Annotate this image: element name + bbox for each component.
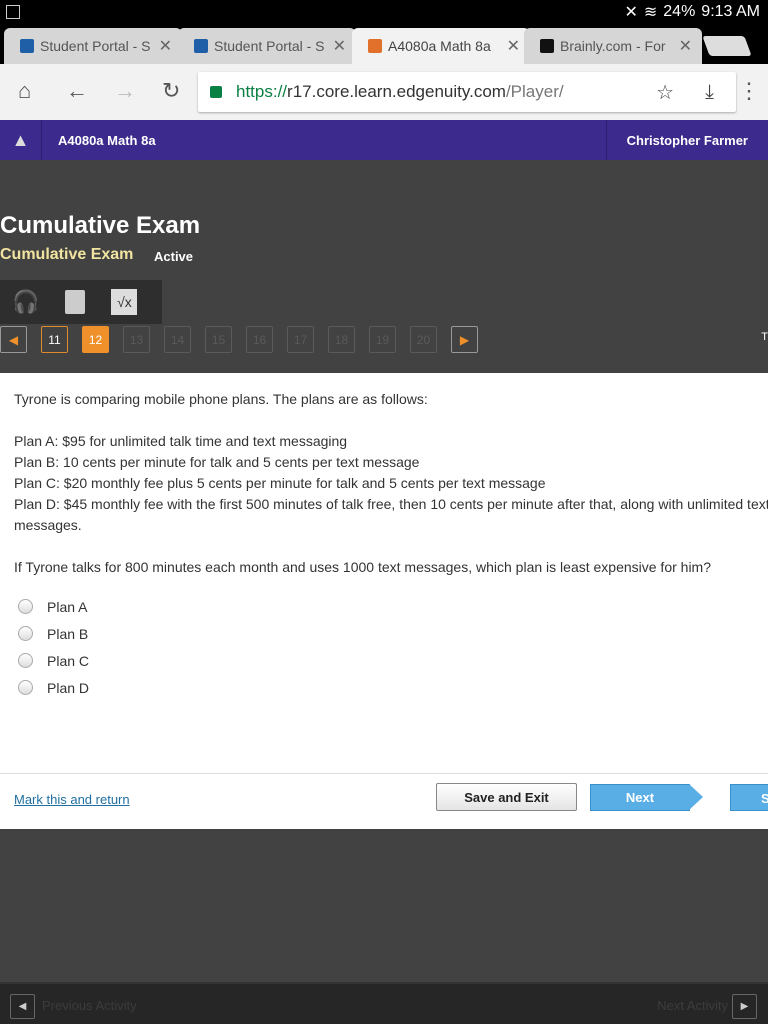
browser-tab-active[interactable]: A4080a Math 8a ✕	[352, 28, 530, 64]
wifi-icon: ≋	[643, 4, 658, 21]
toolbox: 🎧 √x	[0, 280, 162, 324]
page-12[interactable]: 12	[82, 326, 109, 353]
brainly-icon	[540, 39, 554, 53]
star-icon[interactable]: ☆	[656, 80, 674, 105]
home-icon[interactable]: ⌂	[18, 78, 31, 104]
answer-options: Plan A Plan B Plan C Plan D	[18, 593, 89, 701]
option-plan-a[interactable]: Plan A	[18, 593, 89, 620]
activity-title: Cumulative Exam	[0, 246, 134, 263]
page-18[interactable]: 18	[328, 326, 355, 353]
page-11[interactable]: 11	[41, 326, 68, 353]
app-header: ▲ A4080a Math 8a Christopher Farmer	[0, 120, 768, 160]
menu-icon[interactable]: ⋮	[738, 78, 760, 104]
next-page-button[interactable]: ▶	[451, 326, 478, 353]
prev-page-button[interactable]: ◀	[0, 326, 27, 353]
tab-strip: Student Portal - S ✕ Student Portal - S ✕ …	[0, 24, 768, 64]
previous-activity-label: Previous Activity	[42, 998, 137, 1013]
close-icon[interactable]: ✕	[333, 36, 346, 56]
option-plan-d[interactable]: Plan D	[18, 674, 89, 701]
question-footer: Mark this and return Save and Exit Next …	[0, 773, 768, 829]
page-13[interactable]: 13	[123, 326, 150, 353]
browser-tab[interactable]: Student Portal - S ✕	[4, 28, 182, 64]
portal-icon	[20, 39, 34, 53]
activity-nav: ◀ Previous Activity Next Activity ▶	[0, 982, 768, 1024]
new-tab-button[interactable]	[702, 36, 752, 56]
exam-header: Cumulative Exam Cumulative Exam Active 🎧…	[0, 160, 768, 372]
status-bar: ✕ ≋ 24% 9:13 AM	[0, 0, 768, 24]
battery-level: 24%	[663, 3, 696, 20]
next-activity-label: Next Activity	[657, 998, 728, 1013]
back-icon[interactable]: ←	[66, 78, 88, 104]
question-panel: Tyrone is comparing mobile phone plans. …	[0, 373, 768, 829]
formula-sheet-icon[interactable]: √x	[111, 289, 138, 315]
option-plan-b[interactable]: Plan B	[18, 620, 89, 647]
close-icon[interactable]: ✕	[507, 36, 520, 56]
clock: 9:13 AM	[701, 3, 760, 20]
question-text: Tyrone is comparing mobile phone plans. …	[14, 391, 768, 575]
page-20[interactable]: 20	[410, 326, 437, 353]
course-title: A4080a Math 8a	[58, 132, 156, 148]
edgenuity-icon	[368, 39, 382, 53]
previous-activity-button[interactable]: ◀	[10, 994, 35, 1019]
submit-button[interactable]: S	[730, 784, 768, 811]
next-button[interactable]: Next	[590, 784, 703, 811]
forward-icon[interactable]: →	[114, 78, 136, 104]
radio-button[interactable]	[18, 653, 33, 668]
close-icon[interactable]: ✕	[159, 36, 172, 56]
browser-tab[interactable]: Brainly.com - For ✕	[524, 28, 702, 64]
page-17[interactable]: 17	[287, 326, 314, 353]
mark-and-return-link[interactable]: Mark this and return	[14, 792, 130, 807]
page-19[interactable]: 19	[369, 326, 396, 353]
home-button[interactable]: ▲	[0, 120, 42, 160]
next-activity-button[interactable]: ▶	[732, 994, 757, 1019]
status-badge: Active	[154, 249, 194, 264]
truncated-label: T	[761, 331, 768, 343]
mute-icon: ✕	[624, 4, 638, 21]
portal-icon	[194, 39, 208, 53]
download-icon[interactable]: ⤓	[705, 81, 714, 104]
user-name[interactable]: Christopher Farmer	[605, 120, 768, 160]
option-plan-c[interactable]: Plan C	[18, 647, 89, 674]
calculator-icon[interactable]	[65, 290, 86, 314]
page-15[interactable]: 15	[205, 326, 232, 353]
page-14[interactable]: 14	[164, 326, 191, 353]
browser-toolbar: ⌂ ← → ↻ https://r17.core.learn.edgenuity…	[0, 64, 768, 120]
url-bar[interactable]: https://r17.core.learn.edgenuity.com/Pla…	[198, 72, 736, 112]
question-pager: ◀ 11 12 13 14 15 16 17 18 19 20 ▶	[0, 326, 478, 353]
headphones-icon[interactable]: 🎧	[12, 289, 39, 315]
lock-icon	[210, 86, 222, 98]
page-16[interactable]: 16	[246, 326, 273, 353]
radio-button[interactable]	[18, 626, 33, 641]
radio-button[interactable]	[18, 680, 33, 695]
page-title: Cumulative Exam	[0, 212, 201, 239]
reload-icon[interactable]: ↻	[162, 78, 180, 104]
close-icon[interactable]: ✕	[679, 36, 692, 56]
save-and-exit-button[interactable]: Save and Exit	[436, 783, 577, 811]
screenshot-icon	[6, 5, 20, 19]
browser-tab[interactable]: Student Portal - S ✕	[178, 28, 356, 64]
radio-button[interactable]	[18, 599, 33, 614]
